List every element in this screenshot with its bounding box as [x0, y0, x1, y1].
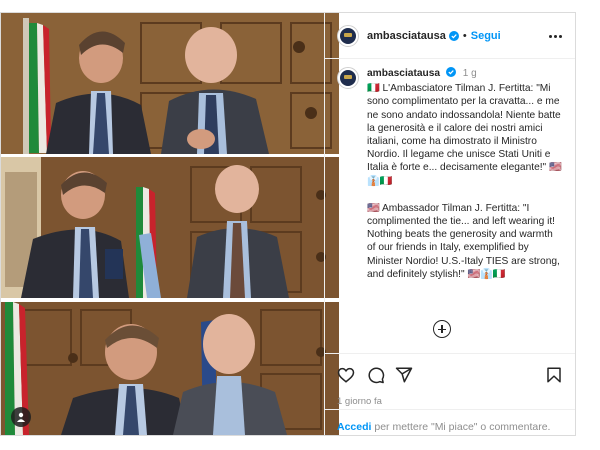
caption: ambasciatausa 1 g 🇮🇹 L'Ambasciatore Tilm…: [325, 59, 575, 281]
heart-icon[interactable]: [337, 366, 355, 384]
verified-badge-icon: [448, 30, 459, 41]
post-header: ambasciatausa • Segui: [325, 13, 575, 59]
avatar[interactable]: [337, 24, 359, 47]
follow-button[interactable]: Segui: [471, 30, 501, 42]
action-bar: [325, 353, 575, 397]
header-username[interactable]: ambasciatausa: [367, 30, 446, 42]
login-link[interactable]: Accedi: [337, 421, 371, 433]
caption-avatar[interactable]: [337, 67, 359, 89]
header-separator: •: [462, 29, 467, 42]
login-prompt-text: per mettere "Mi piace" o commentare.: [371, 421, 551, 433]
user-tag-icon[interactable]: [11, 407, 31, 427]
comment-icon[interactable]: [367, 366, 385, 384]
caption-italian-text: 🇮🇹 L'Ambasciatore Tilman J. Fertitta: "M…: [367, 83, 562, 187]
caption-verified-icon: [445, 67, 456, 77]
more-options-icon[interactable]: [549, 29, 563, 43]
post-sidebar: ambasciatausa • Segui ambasciatausa 1 g …: [324, 13, 575, 435]
caption-time: 1 g: [462, 68, 477, 79]
plus-circle-icon[interactable]: [433, 320, 451, 338]
login-prompt: Accedi per mettere "Mi piace" o commenta…: [325, 409, 575, 444]
post-timestamp: 1 giorno fa: [337, 396, 382, 407]
photo-portrait-smiling: [1, 302, 339, 435]
bookmark-icon[interactable]: [545, 366, 563, 384]
instagram-post: ambasciatausa • Segui ambasciatausa 1 g …: [0, 12, 576, 436]
photo-tie-handover: [1, 157, 339, 298]
caption-english-text: 🇺🇸 Ambassador Tilman J. Fertitta: "I com…: [367, 202, 560, 280]
caption-username[interactable]: ambasciatausa: [367, 68, 440, 79]
share-icon[interactable]: [395, 366, 413, 384]
caption-body: ambasciatausa 1 g 🇮🇹 L'Ambasciatore Tilm…: [367, 67, 563, 281]
photo-tie-adjusting: [1, 13, 339, 154]
post-image-collage[interactable]: [1, 13, 339, 435]
